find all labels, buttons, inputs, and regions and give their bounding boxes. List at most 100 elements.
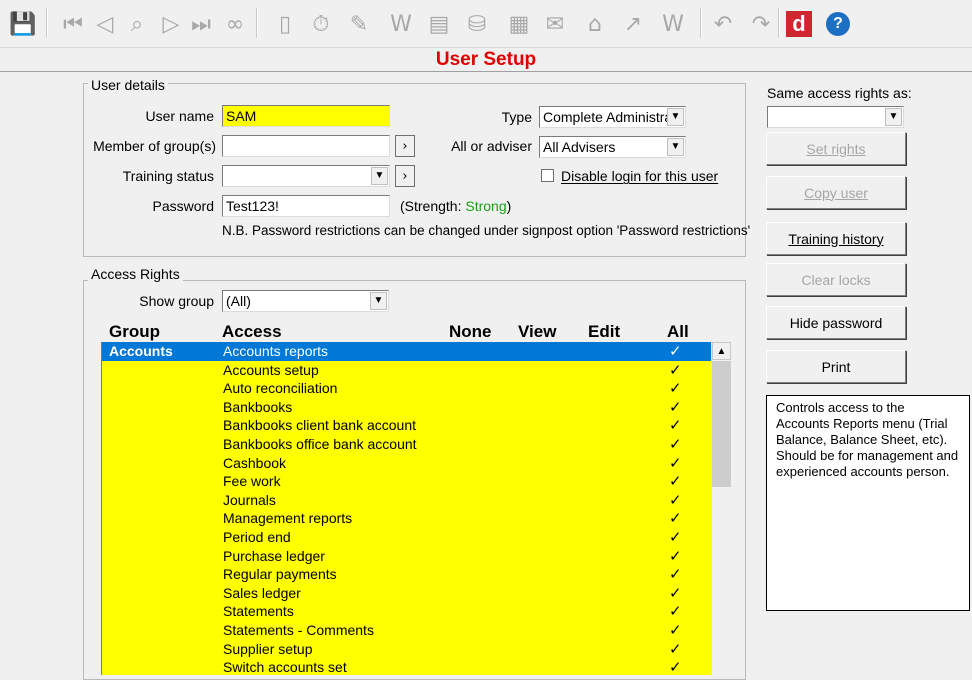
same-access-select[interactable]: ▼ — [767, 106, 904, 128]
last-record-icon[interactable]: ⏭ — [186, 8, 216, 40]
table-row[interactable]: Fee work ✓ — [102, 472, 711, 491]
row-all-check-icon[interactable]: ✓ — [669, 602, 682, 620]
page-title: User Setup — [435, 49, 537, 70]
first-record-icon[interactable]: ⏮ — [58, 8, 88, 40]
training-status-select[interactable]: ▼ — [222, 165, 390, 187]
row-all-check-icon[interactable]: ✓ — [669, 472, 682, 490]
chevron-down-icon[interactable]: ▼ — [667, 138, 684, 156]
row-all-check-icon[interactable]: ✓ — [669, 565, 682, 583]
row-all-check-icon[interactable]: ✓ — [669, 640, 682, 658]
training-status-button[interactable]: › — [395, 165, 415, 187]
chevron-down-icon[interactable]: ▼ — [667, 108, 684, 126]
row-all-check-icon[interactable]: ✓ — [669, 361, 682, 379]
row-all-check-icon[interactable]: ✓ — [669, 528, 682, 546]
table-row[interactable]: Switch accounts set ✓ — [102, 658, 711, 675]
home-icon[interactable]: ⌂ — [580, 8, 610, 40]
help-icon[interactable]: ? — [826, 12, 850, 36]
trend-icon[interactable]: ↗ — [618, 8, 648, 40]
show-group-select[interactable]: (All) ▼ — [222, 290, 389, 312]
glasses-icon[interactable]: ∞ — [220, 8, 250, 40]
print-button[interactable]: Print — [766, 350, 906, 383]
next-record-icon[interactable]: ▷ — [156, 8, 186, 40]
set-rights-button[interactable]: Set rights — [766, 132, 906, 165]
redo-icon[interactable]: ↷ — [746, 8, 776, 40]
training-history-button[interactable]: Training history — [766, 222, 906, 255]
row-access: Sales ledger — [223, 584, 301, 601]
member-of-groups-button[interactable]: › — [395, 135, 415, 157]
password-input[interactable]: Test123! — [222, 195, 390, 217]
show-group-label: Show group — [139, 293, 214, 309]
row-all-check-icon[interactable]: ✓ — [669, 379, 682, 397]
calculator-icon[interactable]: ▦ — [504, 8, 534, 40]
column-header-view[interactable]: View — [518, 322, 556, 342]
table-row[interactable]: Management reports ✓ — [102, 509, 711, 528]
column-header-access[interactable]: Access — [222, 322, 282, 342]
table-row[interactable]: Period end ✓ — [102, 528, 711, 547]
copy-user-button[interactable]: Copy user — [766, 176, 906, 209]
notepad-icon[interactable]: ▯ — [270, 8, 300, 40]
table-row[interactable]: Bankbooks ✓ — [102, 398, 711, 417]
table-row[interactable]: Journals ✓ — [102, 491, 711, 510]
word-icon[interactable]: W — [658, 8, 688, 40]
table-row[interactable]: Cashbook ✓ — [102, 454, 711, 473]
hide-password-button[interactable]: Hide password — [766, 306, 906, 339]
all-or-adviser-select[interactable]: All Advisers ▼ — [539, 136, 686, 158]
email-icon[interactable]: ✉ — [540, 8, 570, 40]
table-row[interactable]: Statements - Comments ✓ — [102, 621, 711, 640]
table-row[interactable]: Regular payments ✓ — [102, 565, 711, 584]
chevron-down-icon[interactable]: ▼ — [885, 108, 902, 126]
table-row[interactable]: Auto reconciliation ✓ — [102, 379, 711, 398]
undo-icon[interactable]: ↶ — [708, 8, 738, 40]
set-rights-label: Set rights — [806, 140, 866, 157]
table-row[interactable]: Sales ledger ✓ — [102, 584, 711, 603]
table-row[interactable]: Bankbooks client bank account ✓ — [102, 416, 711, 435]
row-all-check-icon[interactable]: ✓ — [669, 398, 682, 416]
table-row[interactable]: Purchase ledger ✓ — [102, 547, 711, 566]
row-all-check-icon[interactable]: ✓ — [669, 509, 682, 527]
save-icon[interactable]: 💾 — [8, 8, 38, 40]
calendar-icon[interactable]: ▤ — [424, 8, 454, 40]
column-header-all[interactable]: All — [667, 322, 689, 342]
grid-scrollbar[interactable]: ▲ — [711, 342, 731, 675]
row-all-check-icon[interactable]: ✓ — [669, 491, 682, 509]
row-group: Accounts — [109, 343, 173, 359]
table-row[interactable]: Supplier setup ✓ — [102, 640, 711, 659]
row-all-check-icon[interactable]: ✓ — [669, 454, 682, 472]
table-row[interactable]: Statements ✓ — [102, 602, 711, 621]
scroll-up-icon[interactable]: ▲ — [712, 342, 731, 360]
table-row[interactable]: Accounts setup ✓ — [102, 361, 711, 380]
disable-login-label[interactable]: Disable login for this user — [561, 167, 718, 185]
row-all-check-icon[interactable]: ✓ — [669, 435, 682, 453]
find-icon[interactable]: ⌕ — [122, 8, 152, 40]
member-of-groups-input[interactable] — [222, 135, 390, 157]
all-or-adviser-label: All or adviser — [451, 138, 532, 154]
row-all-check-icon[interactable]: ✓ — [669, 621, 682, 639]
clear-locks-button[interactable]: Clear locks — [766, 263, 906, 296]
database-icon[interactable]: ⛁ — [462, 8, 492, 40]
access-rights-grid[interactable]: Accounts Accounts reports ✓ Accounts setup ✓… — [101, 342, 711, 675]
type-select[interactable]: Complete Administrat ▼ — [539, 106, 686, 128]
previous-record-icon[interactable]: ◁ — [90, 8, 120, 40]
password-strength: (Strength: Strong) — [400, 197, 511, 215]
d-logo-icon[interactable]: d — [786, 11, 812, 37]
row-all-check-icon[interactable]: ✓ — [669, 342, 682, 360]
column-header-none[interactable]: None — [449, 322, 492, 342]
row-all-check-icon[interactable]: ✓ — [669, 584, 682, 602]
username-input[interactable]: SAM — [222, 105, 390, 127]
row-all-check-icon[interactable]: ✓ — [669, 416, 682, 434]
toolbar-separator — [46, 8, 48, 38]
toolbar-separator — [700, 8, 702, 38]
chevron-down-icon[interactable]: ▼ — [371, 167, 388, 185]
table-row[interactable]: Bankbooks office bank account ✓ — [102, 435, 711, 454]
stopwatch-icon[interactable]: ⏱ — [306, 8, 336, 40]
table-row[interactable]: Accounts Accounts reports ✓ — [102, 342, 711, 361]
row-all-check-icon[interactable]: ✓ — [669, 658, 682, 675]
word-document-icon[interactable]: W — [386, 8, 416, 40]
column-header-group[interactable]: Group — [109, 322, 160, 342]
column-header-edit[interactable]: Edit — [588, 322, 620, 342]
disable-login-checkbox[interactable] — [541, 169, 554, 182]
scroll-thumb[interactable] — [712, 361, 731, 487]
diary-icon[interactable]: ✎ — [344, 8, 374, 40]
row-all-check-icon[interactable]: ✓ — [669, 547, 682, 565]
chevron-down-icon[interactable]: ▼ — [370, 292, 387, 310]
